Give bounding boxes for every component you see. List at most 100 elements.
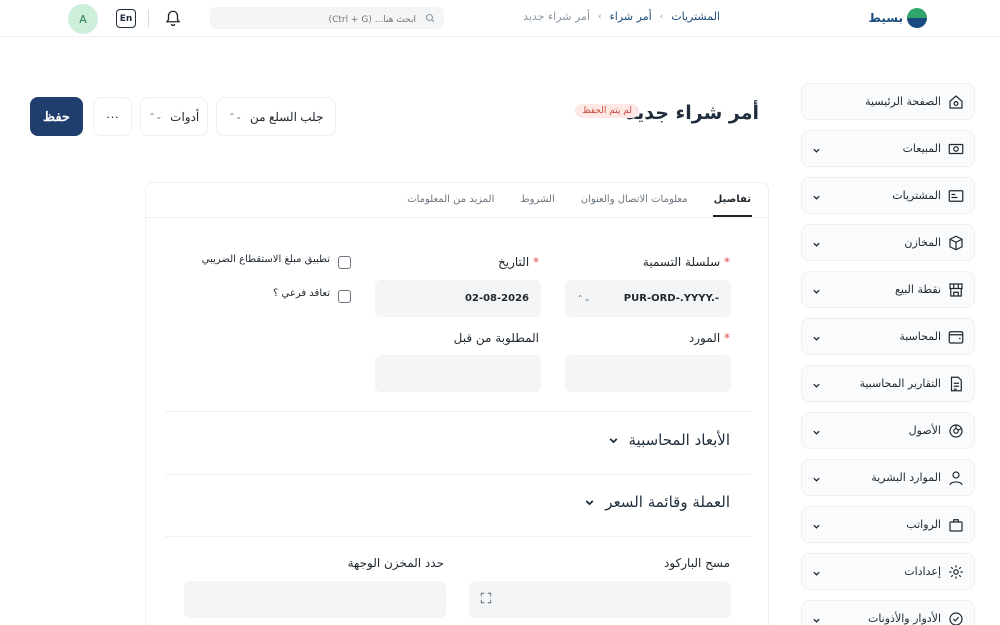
subcontracted-checkbox[interactable] (338, 290, 351, 303)
sidebar-item-label: المبيعات (902, 142, 941, 155)
date-field[interactable]: 02-08-2026 (375, 280, 541, 317)
sidebar-item-accounting[interactable]: المحاسبة (801, 318, 975, 355)
global-search[interactable] (210, 7, 444, 31)
breadcrumb-purchase-order[interactable]: أمر شراء (610, 10, 652, 23)
home-icon (949, 95, 963, 109)
required-marker: * (724, 331, 730, 345)
chevron-down-icon (813, 148, 820, 153)
supplier-label-text: المورد (688, 331, 721, 345)
section-divider (165, 536, 751, 537)
tools-dropdown-button[interactable]: ⌃⌄ أدوات (140, 97, 208, 136)
naming-series-label: سلسلة التسمية * (643, 255, 730, 269)
sidebar-item-payroll[interactable]: الرواتب (801, 506, 975, 543)
gear-icon (949, 565, 963, 579)
search-input[interactable] (210, 9, 444, 31)
updown-icon: ⌃⌄ (148, 112, 163, 121)
supplier-field[interactable] (565, 355, 731, 392)
wallet-icon (948, 331, 964, 344)
sidebar-item-label: الأدوار والأذونات (867, 612, 941, 625)
sidebar-item-pos[interactable]: نقطة البيع (801, 271, 975, 308)
app-logo[interactable]: بسيط (869, 8, 927, 28)
navbar-divider (148, 10, 149, 28)
chevron-down-icon (813, 571, 820, 576)
sidebar-item-label: المشتريات (892, 189, 941, 202)
section-accounting-dimensions[interactable]: الأبعاد المحاسبية (608, 431, 730, 449)
chevron-down-icon (813, 195, 820, 200)
section-title: الأبعاد المحاسبية (628, 431, 730, 449)
bag-icon (949, 519, 963, 532)
sidebar-item-settings[interactable]: إعدادات (801, 553, 975, 590)
chevron-down-icon (813, 242, 820, 247)
page-title: أمر شراء جديد (626, 102, 759, 124)
tools-label: أدوات (170, 109, 200, 124)
box-icon (949, 235, 963, 251)
user-avatar[interactable]: A (68, 4, 98, 34)
sidebar-item-label: نقطة البيع (895, 283, 941, 296)
brand-name: بسيط (868, 11, 903, 25)
section-divider (165, 411, 751, 412)
sidebar-item-label: المخازن (904, 236, 941, 249)
notification-bell-icon[interactable] (164, 9, 182, 27)
apply-tds-label: تطبيق مبلغ الاستقطاع الضريبي (201, 254, 330, 265)
breadcrumb-purchasing[interactable]: المشتريات (671, 10, 720, 23)
store-icon (949, 283, 963, 297)
sidebar-item-assets[interactable]: الأصول (801, 412, 975, 449)
sidebar-item-label: الأصول (908, 424, 941, 437)
chevron-down-icon (813, 618, 820, 623)
more-actions-button[interactable]: ··· (93, 97, 132, 136)
form-tabs: تفاصيل معلومات الاتصال والعنوان الشروط ا… (406, 183, 752, 217)
tab-terms[interactable]: الشروط (519, 183, 555, 217)
sidebar-item-roles-permissions[interactable]: الأدوار والأذونات (801, 600, 975, 625)
scan-barcode-field[interactable] (469, 581, 731, 618)
section-divider (165, 474, 751, 475)
breadcrumb: المشتريات ‹ أمر شراء ‹ أمر شراء جديد (523, 10, 720, 23)
sidebar-item-sales[interactable]: المبيعات (801, 130, 975, 167)
get-items-from-button[interactable]: ⌃⌄ جلب السلع من (216, 97, 336, 136)
target-warehouse-label: حدد المخزن الوجهة (347, 556, 444, 570)
tab-address-contact[interactable]: معلومات الاتصال والعنوان (580, 183, 689, 217)
sidebar-item-label: التقارير المحاسبية (859, 377, 941, 390)
chevron-down-icon (585, 499, 594, 505)
logo-mark-icon (907, 8, 927, 28)
card-icon (948, 190, 964, 202)
scan-icon[interactable] (479, 591, 493, 605)
chevron-down-icon (813, 383, 820, 388)
required-marker: * (724, 255, 730, 269)
chevron-down-icon (813, 477, 820, 482)
chevron-down-icon (813, 289, 820, 294)
tab-details[interactable]: تفاصيل (712, 183, 752, 217)
sidebar-item-label: المحاسبة (899, 330, 941, 343)
tabs-underline (146, 217, 768, 218)
breadcrumb-separator: ‹ (598, 11, 602, 22)
target-warehouse-field[interactable] (184, 581, 446, 618)
updown-icon: ⌃⌄ (228, 112, 242, 121)
apply-tds-checkbox[interactable] (338, 256, 351, 269)
section-currency-price-list[interactable]: العملة وقائمة السعر (584, 493, 730, 511)
report-icon (950, 376, 962, 392)
sidebar-item-financial-reports[interactable]: التقارير المحاسبية (801, 365, 975, 402)
sidebar-item-home[interactable]: الصفحة الرئيسية (801, 83, 975, 120)
language-switch-button[interactable]: En (116, 9, 136, 28)
date-label-text: التاريخ (498, 255, 530, 269)
naming-series-select[interactable]: ⌃⌄ PUR-ORD-.YYYY.- (565, 280, 731, 317)
sidebar-item-label: الموارد البشرية (871, 471, 941, 484)
required-by-label: المطلوبة من قبل (453, 331, 539, 345)
sidebar-item-purchasing[interactable]: المشتريات (801, 177, 975, 214)
sidebar: الصفحة الرئيسية المبيعات المشتريات المخا… (801, 83, 975, 625)
date-label: التاريخ * (498, 255, 539, 269)
save-button[interactable]: حفظ (30, 97, 83, 136)
sidebar-item-stock[interactable]: المخازن (801, 224, 975, 261)
user-icon (949, 471, 963, 486)
chevron-down-icon (813, 430, 820, 435)
required-marker: * (533, 255, 539, 269)
sidebar-item-label: إعدادات (904, 565, 941, 578)
supplier-label: المورد * (689, 331, 730, 345)
asset-icon (949, 424, 963, 438)
required-by-field[interactable] (375, 355, 541, 392)
sidebar-item-hr[interactable]: الموارد البشرية (801, 459, 975, 496)
section-title: العملة وقائمة السعر (605, 493, 730, 511)
chevron-down-icon (609, 437, 617, 443)
shield-check-icon (949, 612, 963, 625)
tab-more-info[interactable]: المزيد من المعلومات (406, 183, 495, 217)
naming-series-value: PUR-ORD-.YYYY.- (623, 293, 719, 304)
